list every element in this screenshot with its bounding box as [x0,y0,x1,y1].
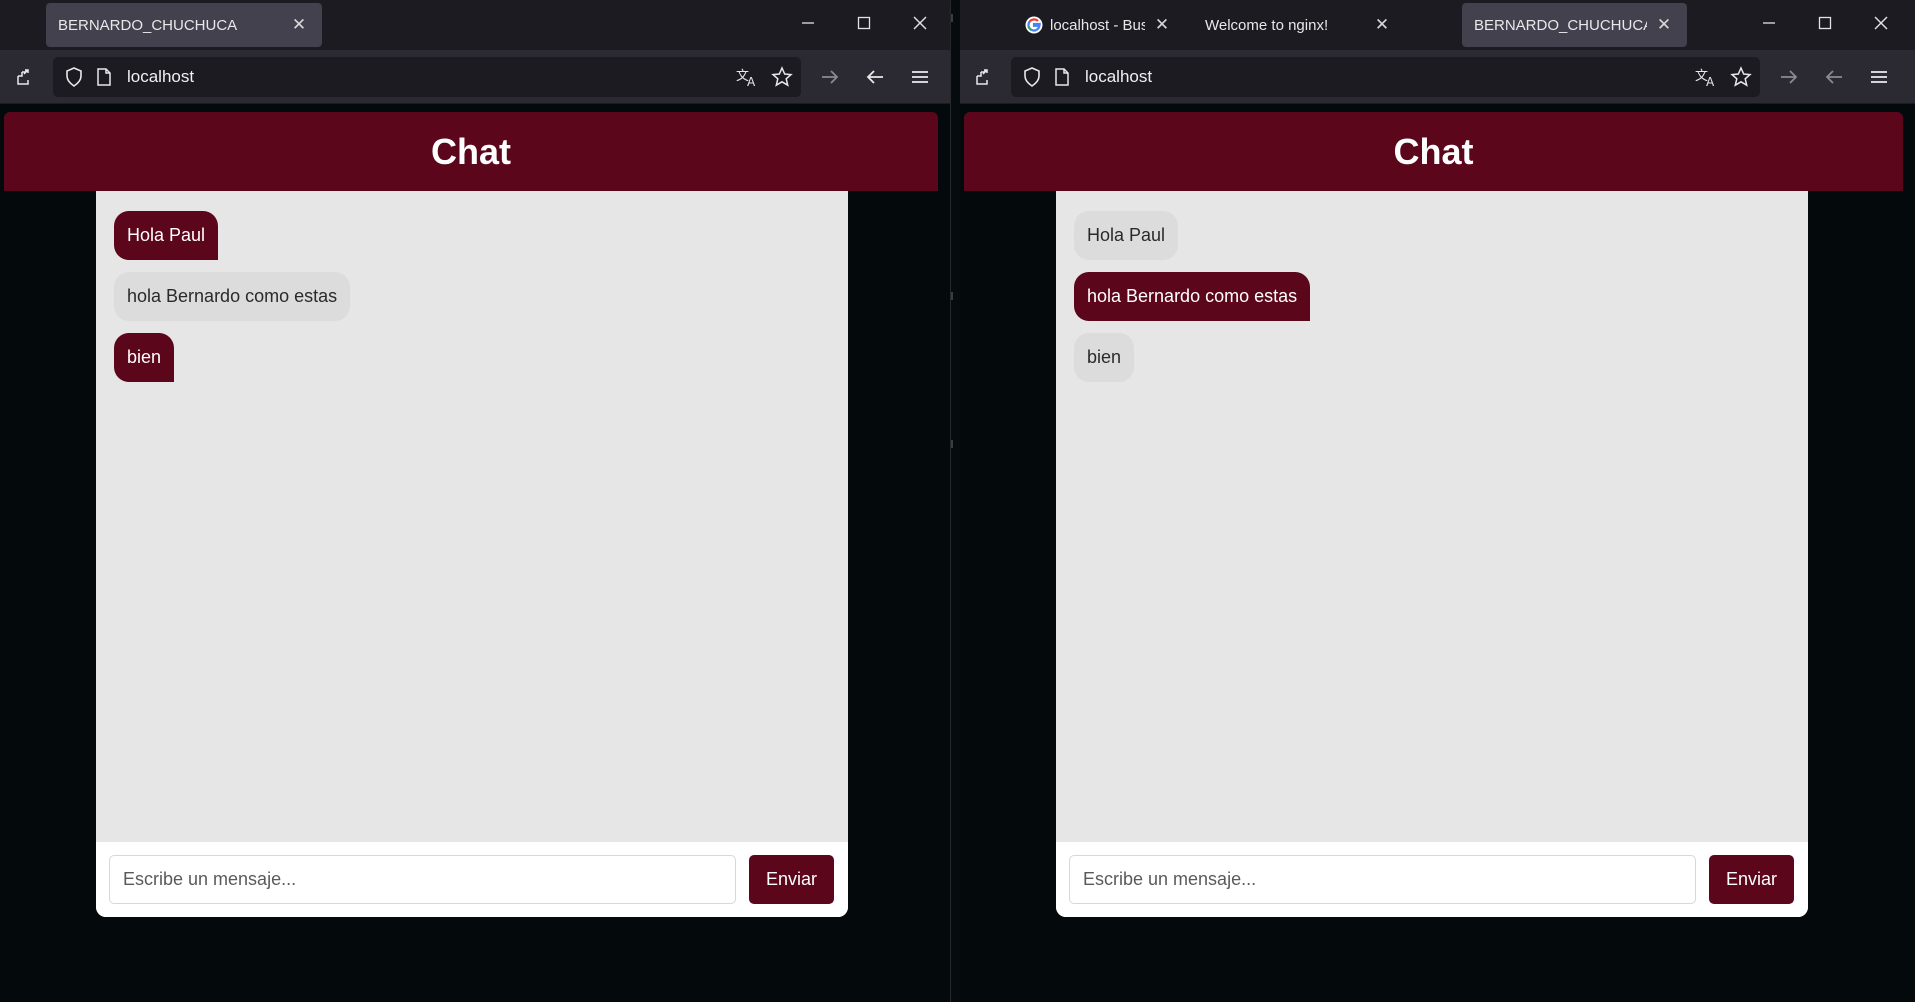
message-received: bien [1074,333,1135,382]
message-sent: hola Bernardo como estas [1074,272,1311,321]
page-content: Chat Hola Paul hola Bernardo como estas … [960,105,1915,1002]
maximize-icon[interactable] [1797,0,1853,46]
url-text: localhost [127,67,195,86]
address-bar[interactable]: localhost 文A [1011,57,1760,97]
send-button[interactable]: Enviar [1709,855,1794,904]
tab-strip: localhost - Buscar con G ✕ Welcome to ng… [960,0,1915,50]
chat-title: Chat [431,130,511,172]
browser-window-left: BERNARDO_CHUCHUCA ✕ localhost 文 A Chat H… [0,0,950,1002]
minimize-icon[interactable] [1741,0,1797,46]
chat-header: Chat [964,112,1903,191]
message-composer: Enviar [96,842,848,917]
navigation-toolbar: localhost 文A [0,50,950,104]
star-icon[interactable] [1723,59,1759,95]
message-sent: Hola Paul [114,211,219,260]
window-divider [950,0,960,1002]
page-icon [86,59,122,95]
divider-grip [951,292,953,300]
message-received: hola Bernardo como estas [114,272,351,321]
extensions-icon[interactable] [5,59,41,95]
message-list: Hola Paul hola Bernardo como estas bien [1056,191,1808,842]
close-icon[interactable] [1853,0,1909,46]
chat-container: Hola Paul hola Bernardo como estas bien … [1056,191,1808,917]
back-arrow-icon[interactable] [857,59,893,95]
tab-bernardo-chuchuca[interactable]: BERNARDO_CHUCHUCA ✕ [46,3,322,47]
desktop: BERNARDO_CHUCHUCA ✕ localhost 文 A Chat H… [0,0,1915,1002]
extensions-icon[interactable] [964,59,1000,95]
svg-text:A: A [747,75,756,87]
maximize-icon[interactable] [836,0,892,46]
chat-title: Chat [1393,130,1474,172]
close-icon[interactable] [892,0,948,46]
translate-icon[interactable]: 文A [1688,59,1724,95]
forward-arrow-icon[interactable] [1771,59,1807,95]
back-arrow-icon[interactable] [1816,59,1852,95]
browser-window-right: localhost - Buscar con G ✕ Welcome to ng… [960,0,1915,1002]
close-icon[interactable]: ✕ [1371,15,1393,35]
tab-label: BERNARDO_CHUCHUCA [1474,16,1647,34]
message-input[interactable] [109,855,736,904]
message-input[interactable] [1069,855,1696,904]
translate-icon[interactable]: 文A [729,59,765,95]
message-list: Hola Paul hola Bernardo como estas bien [96,191,848,842]
page-icon [1044,59,1080,95]
message-composer: Enviar [1056,842,1808,917]
tab-label: localhost - Buscar con G [1050,16,1145,34]
menu-icon[interactable] [1861,59,1897,95]
star-icon[interactable] [764,59,800,95]
message-received: Hola Paul [1074,211,1179,260]
divider-grip [951,14,953,22]
forward-arrow-icon[interactable] [812,59,848,95]
chat-header: Chat [4,112,938,191]
address-bar[interactable]: localhost 文A [53,57,801,97]
url-text: localhost [1085,67,1153,86]
tab-welcome-nginx[interactable]: Welcome to nginx! ✕ [1193,3,1405,47]
svg-text:A: A [1706,75,1715,87]
page-content: Chat Hola Paul hola Bernardo como estas … [0,105,950,1002]
tab-google-search[interactable]: localhost - Buscar con G ✕ [1013,3,1185,47]
tab-label: BERNARDO_CHUCHUCA [58,16,238,34]
close-icon[interactable]: ✕ [1151,15,1173,35]
message-sent: bien [114,333,175,382]
divider-grip [951,440,953,448]
close-icon[interactable]: ✕ [1653,15,1675,35]
close-icon[interactable]: ✕ [288,15,310,35]
navigation-toolbar: localhost 文A [960,50,1915,104]
minimize-icon[interactable] [780,0,836,46]
tab-label: Welcome to nginx! [1205,16,1329,34]
menu-icon[interactable] [902,59,938,95]
chat-container: Hola Paul hola Bernardo como estas bien … [96,191,848,917]
tab-strip: BERNARDO_CHUCHUCA ✕ [0,0,950,50]
send-button[interactable]: Enviar [749,855,834,904]
google-icon [1025,16,1043,34]
tab-bernardo-chuchuca[interactable]: BERNARDO_CHUCHUCA ✕ [1462,3,1687,47]
